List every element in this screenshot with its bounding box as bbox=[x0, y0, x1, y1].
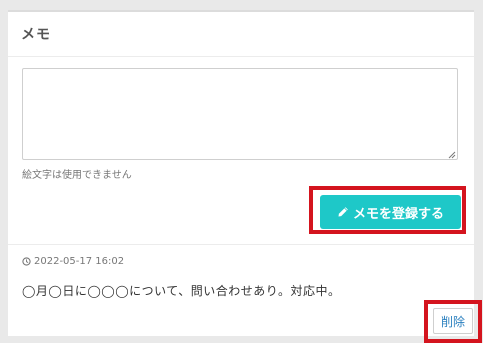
memo-textarea[interactable] bbox=[22, 68, 458, 160]
panel-header: メモ bbox=[8, 12, 474, 57]
memo-timestamp: 2022-05-17 16:02 bbox=[22, 256, 124, 267]
delete-memo-button[interactable]: 削除 bbox=[433, 308, 473, 334]
memo-text: ◯月◯日に◯◯◯について、問い合わせあり。対応中。 bbox=[22, 284, 341, 298]
divider bbox=[8, 244, 474, 245]
memo-panel: メモ 絵文字は使用できません メモを登録する 2022-05-17 16:02 … bbox=[8, 10, 482, 343]
register-memo-button[interactable]: メモを登録する bbox=[320, 195, 461, 229]
clock-icon bbox=[22, 257, 31, 266]
pencil-icon bbox=[338, 207, 348, 217]
panel-title: メモ bbox=[21, 27, 51, 43]
emoji-hint-text: 絵文字は使用できません bbox=[22, 170, 132, 181]
timestamp-text: 2022-05-17 16:02 bbox=[34, 256, 125, 267]
register-button-label: メモを登録する bbox=[352, 206, 444, 222]
delete-button-label: 削除 bbox=[440, 314, 465, 329]
resize-grip-icon[interactable] bbox=[448, 151, 456, 159]
